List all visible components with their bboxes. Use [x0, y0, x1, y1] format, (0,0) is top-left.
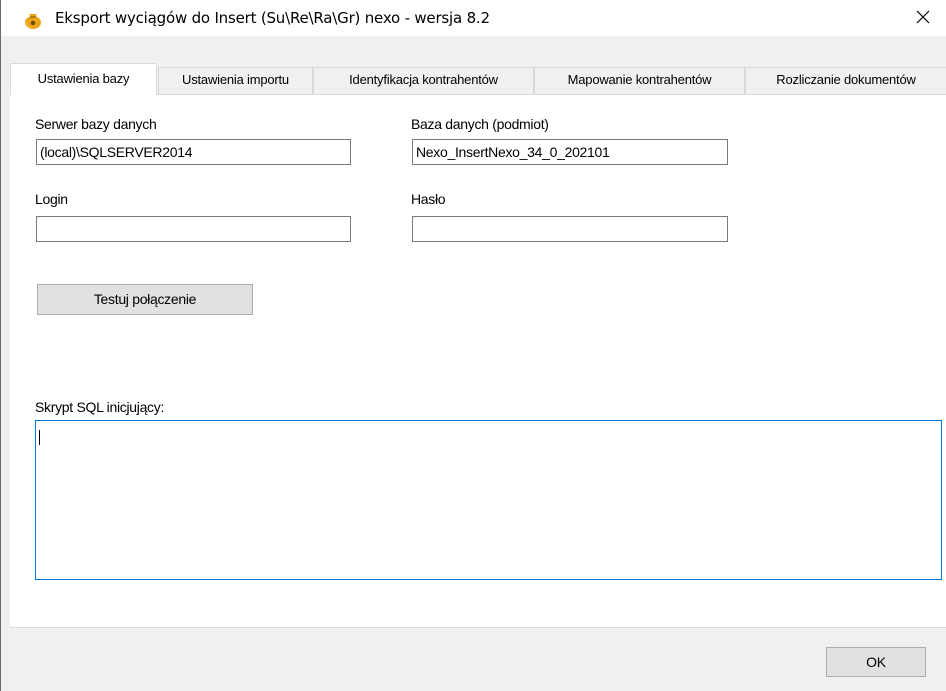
sql-script-textarea[interactable]: [35, 420, 942, 580]
tab-rozliczanie-dokumentow[interactable]: Rozliczanie dokumentów: [745, 67, 946, 94]
dialog-window: Eksport wyciągów do Insert (Su\Re\Ra\Gr)…: [0, 0, 946, 691]
database-label: Baza danych (podmiot): [411, 116, 549, 132]
database-input[interactable]: Nexo_InsertNexo_34_0_202101: [412, 139, 728, 165]
window-title: Eksport wyciągów do Insert (Su\Re\Ra\Gr)…: [55, 9, 490, 27]
ok-button[interactable]: OK: [826, 647, 926, 677]
money-bag-icon: [22, 8, 44, 30]
server-input[interactable]: (local)\SQLSERVER2014: [36, 139, 351, 165]
password-label: Hasło: [411, 191, 446, 207]
footer-divider: [10, 627, 946, 628]
tab-ustawienia-importu[interactable]: Ustawienia importu: [158, 67, 313, 94]
sql-script-label: Skrypt SQL inicjujący:: [35, 399, 165, 415]
server-label: Serwer bazy danych: [35, 116, 157, 132]
close-button[interactable]: [900, 0, 946, 36]
login-label: Login: [35, 191, 68, 207]
tab-panel-ustawienia-bazy: Serwer bazy danych (local)\SQLSERVER2014…: [10, 94, 946, 627]
tab-mapowanie-kontrahentow[interactable]: Mapowanie kontrahentów: [534, 67, 745, 94]
password-input[interactable]: [412, 216, 728, 242]
title-bar[interactable]: Eksport wyciągów do Insert (Su\Re\Ra\Gr)…: [1, 0, 946, 36]
text-caret: [39, 430, 40, 445]
close-icon: [916, 10, 930, 27]
tab-identyfikacja-kontrahentow[interactable]: Identyfikacja kontrahentów: [313, 67, 534, 94]
tab-ustawienia-bazy[interactable]: Ustawienia bazy: [10, 63, 157, 95]
test-connection-button[interactable]: Testuj połączenie: [37, 284, 253, 315]
login-input[interactable]: [36, 216, 351, 242]
